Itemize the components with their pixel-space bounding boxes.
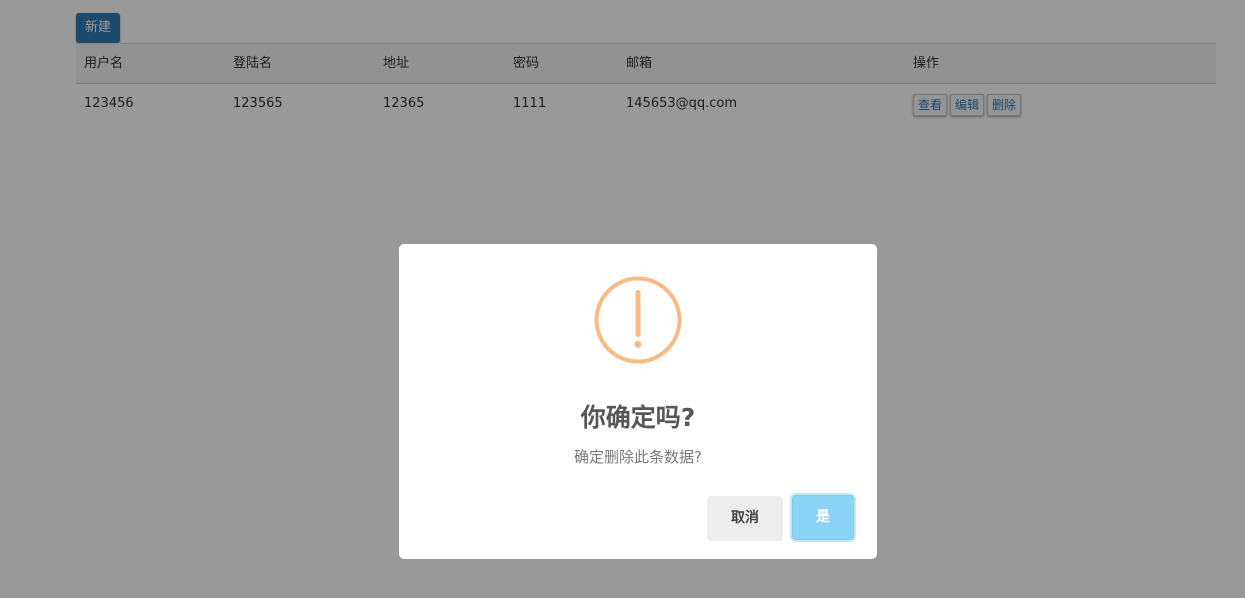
confirm-dialog: 你确定吗? 确定删除此条数据? 取消 是 bbox=[399, 244, 877, 559]
page: 新建 用户名 登陆名 地址 密码 邮箱 操作 123456 123565 123… bbox=[0, 0, 1245, 598]
cancel-button[interactable]: 取消 bbox=[707, 496, 783, 541]
dialog-title: 你确定吗? bbox=[580, 403, 696, 432]
confirm-button[interactable]: 是 bbox=[792, 495, 854, 540]
warning-icon bbox=[594, 276, 682, 364]
dialog-message: 确定删除此条数据? bbox=[574, 448, 702, 466]
